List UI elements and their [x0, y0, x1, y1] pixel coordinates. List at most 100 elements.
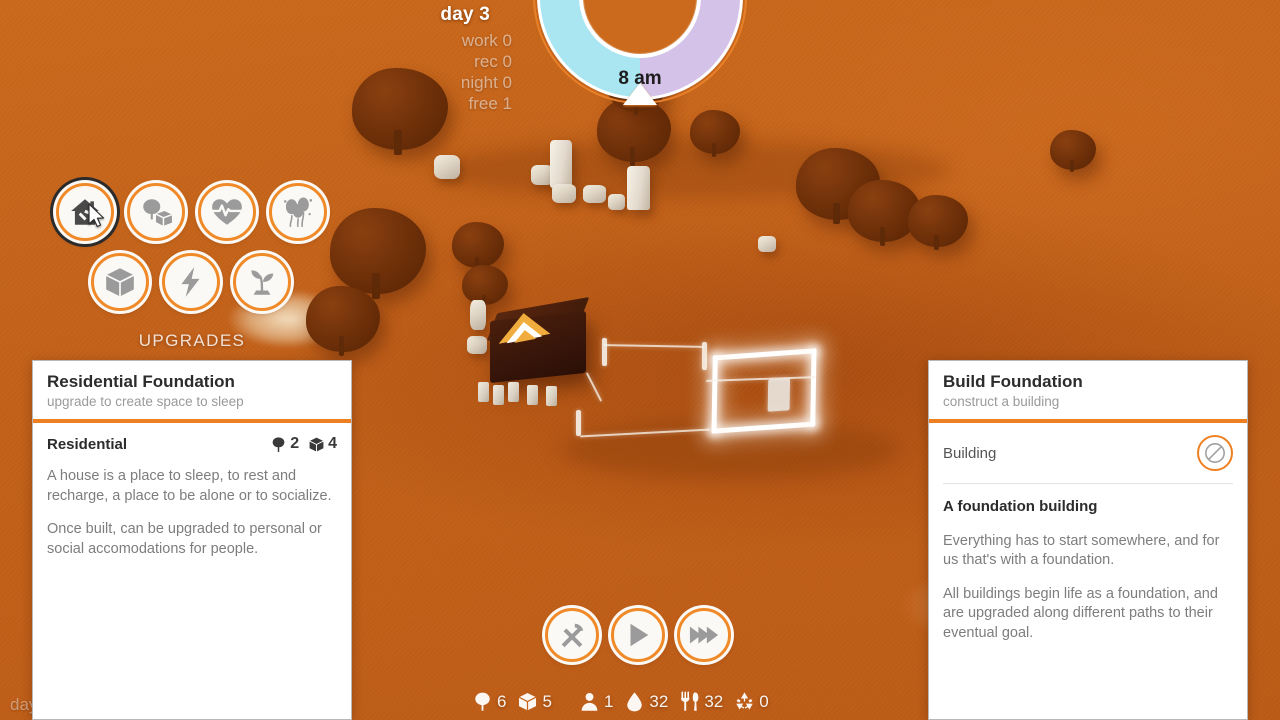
- droplet-icon: [627, 692, 643, 712]
- playback-controls: [545, 608, 731, 662]
- game-screen: day 3 work 0 rec 0 night 0 free 1 day l …: [0, 0, 1280, 720]
- upgrades-label: UPGRADES: [138, 331, 246, 350]
- fence-post: [602, 338, 607, 366]
- day-night-clock[interactable]: 0x 8 am: [533, 0, 747, 105]
- upgrade-name: Residential: [47, 435, 128, 453]
- rock: [608, 194, 625, 210]
- prohibited-icon: [1205, 443, 1225, 463]
- cost-materials-value: 4: [328, 435, 337, 452]
- resource-water-value: 32: [649, 691, 669, 711]
- tree: [330, 208, 426, 300]
- stat-rec: rec 0: [474, 52, 512, 71]
- fast-forward-icon: [689, 626, 719, 644]
- resource-wood-value: 6: [497, 691, 507, 711]
- hammer-pick-icon: [561, 623, 584, 648]
- resource-wood: 6: [472, 691, 506, 712]
- rock-pillar: [550, 140, 572, 188]
- resource-materials: 5: [517, 691, 552, 712]
- rock: [470, 300, 486, 330]
- resource-recycling: 0: [734, 691, 769, 712]
- resource-recycling-value: 0: [759, 691, 769, 711]
- build-subheading-wrap: A foundation building: [943, 497, 1233, 518]
- box-icon: [309, 437, 324, 452]
- category-row-2: [91, 253, 327, 311]
- person-icon: [581, 692, 598, 711]
- tree-crate-icon: [143, 199, 173, 226]
- crate: [508, 382, 519, 402]
- fence-post: [576, 410, 581, 436]
- play-button[interactable]: [611, 608, 665, 662]
- rock: [434, 155, 460, 179]
- cost-wood-value: 2: [290, 435, 300, 452]
- category-button-agriculture[interactable]: [233, 253, 291, 311]
- house-hammer-icon: [71, 199, 99, 225]
- build-info-panel: Build Foundation construct a building Bu…: [928, 360, 1248, 720]
- category-toolbar: [56, 183, 327, 311]
- tree: [452, 222, 504, 271]
- resource-water: 32: [624, 691, 668, 712]
- fast-forward-button[interactable]: [677, 608, 731, 662]
- resource-food-value: 32: [704, 691, 724, 711]
- cutlery-icon: [681, 691, 699, 711]
- tree: [690, 110, 740, 157]
- category-button-resources[interactable]: [127, 183, 185, 241]
- stat-free: free 1: [468, 94, 513, 113]
- recycle-icon: [736, 692, 753, 710]
- crate: [478, 382, 489, 402]
- panel-body: Residential 2 4 A house is a place to sl…: [33, 423, 351, 559]
- play-icon: [630, 623, 649, 647]
- crate: [493, 385, 504, 405]
- build-row-name: Building: [943, 444, 997, 462]
- tree: [908, 195, 968, 251]
- resource-materials-value: 5: [542, 691, 552, 711]
- upgrade-row: Residential 2 4: [47, 435, 337, 453]
- heart-pulse-icon: [211, 199, 243, 225]
- build-subheading: A foundation building: [943, 498, 1098, 515]
- category-button-power[interactable]: [162, 253, 220, 311]
- panel-subtitle: upgrade to create space to sleep: [47, 394, 244, 409]
- category-button-recreation[interactable]: [269, 183, 327, 241]
- upgrade-description-1: A house is a place to sleep, to rest and…: [47, 468, 332, 504]
- seedling-icon: [251, 270, 274, 295]
- panel-body: Building A foundation building Everythin…: [929, 423, 1247, 643]
- cost-list: 2 4: [270, 435, 337, 453]
- balloons-icon: [283, 197, 313, 228]
- rock: [552, 184, 576, 203]
- panel-title: Build Foundation: [943, 372, 1083, 391]
- category-button-storage[interactable]: [91, 253, 149, 311]
- category-button-residential[interactable]: [56, 183, 114, 241]
- upgrade-info-panel: Residential Foundation upgrade to create…: [32, 360, 352, 720]
- crate: [546, 386, 557, 406]
- foundation-ghost[interactable]: [711, 348, 817, 434]
- ghost-panel: [767, 378, 791, 412]
- panel-divider: [943, 483, 1233, 484]
- cost-materials: 4: [308, 435, 337, 453]
- rock-pillar: [627, 166, 650, 210]
- stat-night: night 0: [460, 73, 512, 92]
- category-button-health[interactable]: [198, 183, 256, 241]
- category-row-1: [56, 183, 327, 241]
- build-row: Building: [943, 435, 1233, 471]
- tree-icon: [475, 692, 490, 711]
- build-mode-button[interactable]: [545, 608, 599, 662]
- ghost-edge: [711, 355, 718, 434]
- current-time-label: 8 am: [618, 68, 662, 89]
- build-status-button[interactable]: [1197, 435, 1233, 471]
- resource-food: 32: [679, 691, 723, 712]
- panel-header: Residential Foundation upgrade to create…: [33, 361, 351, 423]
- lightning-icon: [181, 267, 200, 297]
- box-icon: [105, 268, 135, 297]
- build-description-1: Everything has to start somewhere, and f…: [943, 532, 1220, 569]
- tree: [462, 265, 508, 308]
- build-description-2: All buildings begin life as a foundation…: [943, 585, 1218, 641]
- stat-work: work 0: [461, 31, 512, 50]
- crate: [527, 385, 538, 405]
- panel-header: Build Foundation construct a building: [929, 361, 1247, 423]
- upgrade-description-2: Once built, can be upgraded to personal …: [47, 521, 322, 557]
- tree: [1050, 130, 1096, 173]
- box-icon: [519, 692, 537, 711]
- day-counter: day 3: [440, 4, 490, 25]
- rock: [583, 185, 606, 203]
- resource-population: 1: [579, 691, 613, 712]
- panel-subtitle: construct a building: [943, 394, 1060, 409]
